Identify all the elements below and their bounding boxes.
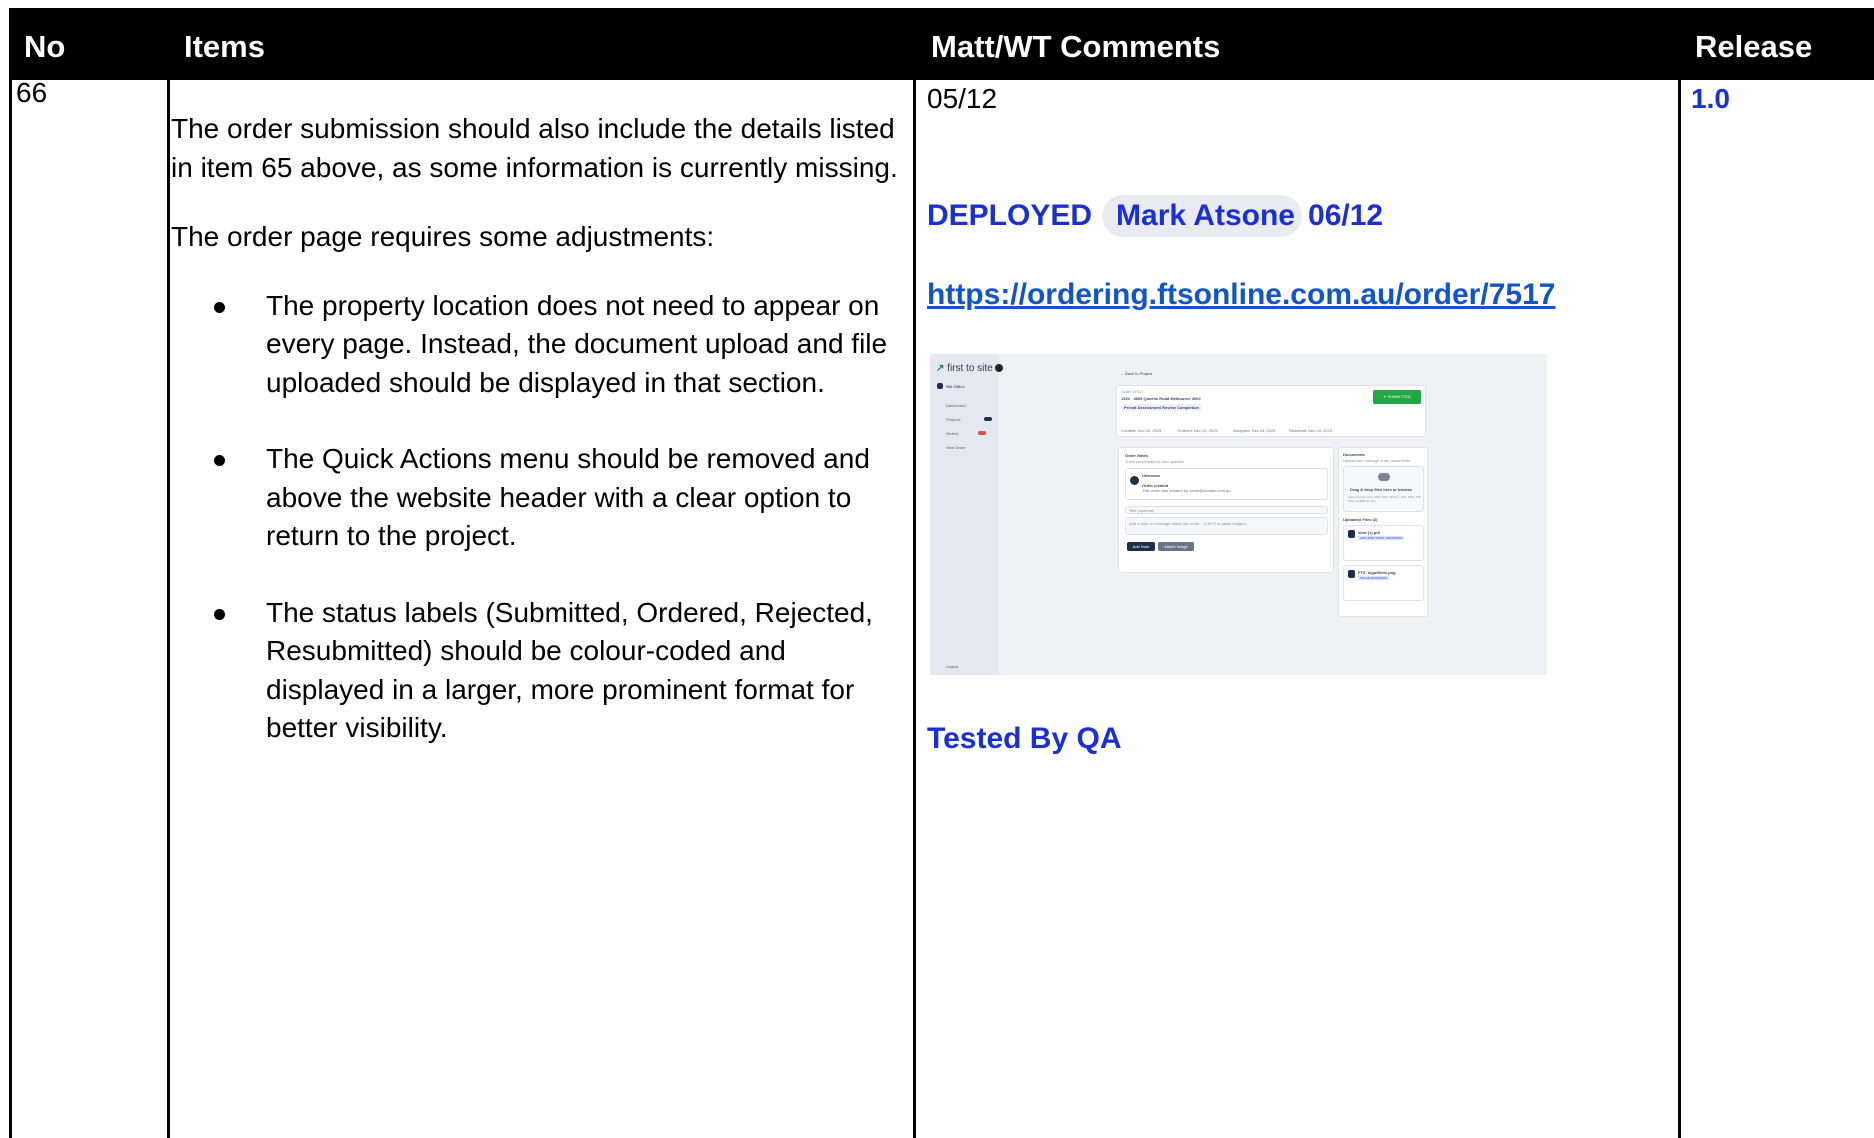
comment-date: 05/12	[927, 83, 998, 114]
avatar	[1130, 476, 1139, 485]
office-label: WA Office	[946, 384, 965, 389]
order-notes-card: Order Notes Track conversations and upda…	[1118, 447, 1334, 573]
column-divider	[913, 80, 916, 1138]
person-chip[interactable]: Mark Atsone	[1102, 194, 1303, 237]
screenshot-logo: ↗ first to site	[936, 363, 993, 374]
nav-orders[interactable]: Orders	[946, 431, 958, 436]
bullet-item: The property location does not need to a…	[214, 287, 901, 403]
row-number: 66	[16, 77, 48, 108]
header-comments: Matt/WT Comments	[931, 29, 1221, 64]
release-version: 1.0	[1691, 83, 1730, 114]
items-cell: The order submission should also include…	[171, 110, 901, 786]
nav-dashboard[interactable]: Dashboard	[946, 403, 966, 408]
screenshot-sidebar: ↗ first to site WA Office Dashboard Proj…	[930, 354, 1003, 675]
back-link[interactable]: ← Back to Project	[1120, 371, 1152, 376]
note-entry: Unknown Order created This order was cre…	[1125, 468, 1328, 500]
type-pill: Permit Assessment Review Completion	[1121, 404, 1202, 411]
orders-badge	[978, 431, 986, 435]
status-badge: ✔ SUBMITTED	[1373, 390, 1421, 404]
uploaded-file: view (1).pdf ARCHITECTURAL DRAWINGS	[1343, 525, 1424, 561]
upload-cloud-icon	[1378, 473, 1390, 481]
column-divider	[167, 80, 170, 1138]
bullet-icon	[214, 301, 225, 313]
uploaded-file: FTS_logoWhite.png SOLAR DIAGRAMS	[1343, 565, 1424, 601]
header-release: Release	[1695, 29, 1813, 64]
bullet-icon	[214, 455, 225, 466]
items-bullet-list: The property location does not need to a…	[171, 287, 901, 748]
tested-by-qa: Tested By QA	[927, 722, 1122, 755]
nav-logout[interactable]: Logout	[946, 664, 958, 669]
note-title-input[interactable]: Title (optional)	[1125, 506, 1328, 514]
attach-image-button[interactable]: Attach Image	[1158, 542, 1194, 551]
bullet-item: The status labels (Submitted, Ordered, R…	[214, 594, 901, 748]
projects-badge	[984, 417, 992, 421]
nav-new-order[interactable]: New Order	[946, 445, 965, 450]
nav-projects[interactable]: Projects	[946, 417, 960, 422]
office-icon	[937, 383, 943, 389]
header-items: Items	[184, 29, 265, 64]
file-icon	[1348, 570, 1355, 578]
note-message-input[interactable]: Add a note or message about this order..…	[1125, 517, 1328, 535]
deployed-line: DEPLOYED Mark Atsone 06/12	[927, 193, 1383, 238]
bullet-icon	[214, 608, 225, 620]
order-header-card: Order #7517 1522 · 4865 Queens Road Melb…	[1116, 385, 1426, 437]
deployed-label: DEPLOYED	[927, 198, 1093, 232]
documents-card: Documents Upload and manage order docume…	[1338, 447, 1428, 617]
items-paragraph: The order page requires some adjustments…	[171, 221, 715, 252]
column-divider	[1678, 80, 1681, 1138]
order-link[interactable]: https://ordering.ftsonline.com.au/order/…	[927, 278, 1555, 312]
embedded-screenshot: ↗ first to site WA Office Dashboard Proj…	[930, 354, 1547, 675]
notification-icon	[995, 364, 1003, 372]
add-note-button[interactable]: Add Note	[1127, 542, 1155, 551]
file-icon	[1348, 530, 1355, 538]
items-paragraph: The order submission should also include…	[171, 113, 898, 183]
table-header: No Items Matt/WT Comments Release	[12, 11, 1874, 80]
dropzone[interactable]: Drag & drop files here or browse Support…	[1343, 466, 1424, 512]
header-no: No	[24, 29, 66, 64]
bullet-item: The Quick Actions menu should be removed…	[214, 440, 901, 556]
deployed-date: 06/12	[1308, 198, 1384, 232]
